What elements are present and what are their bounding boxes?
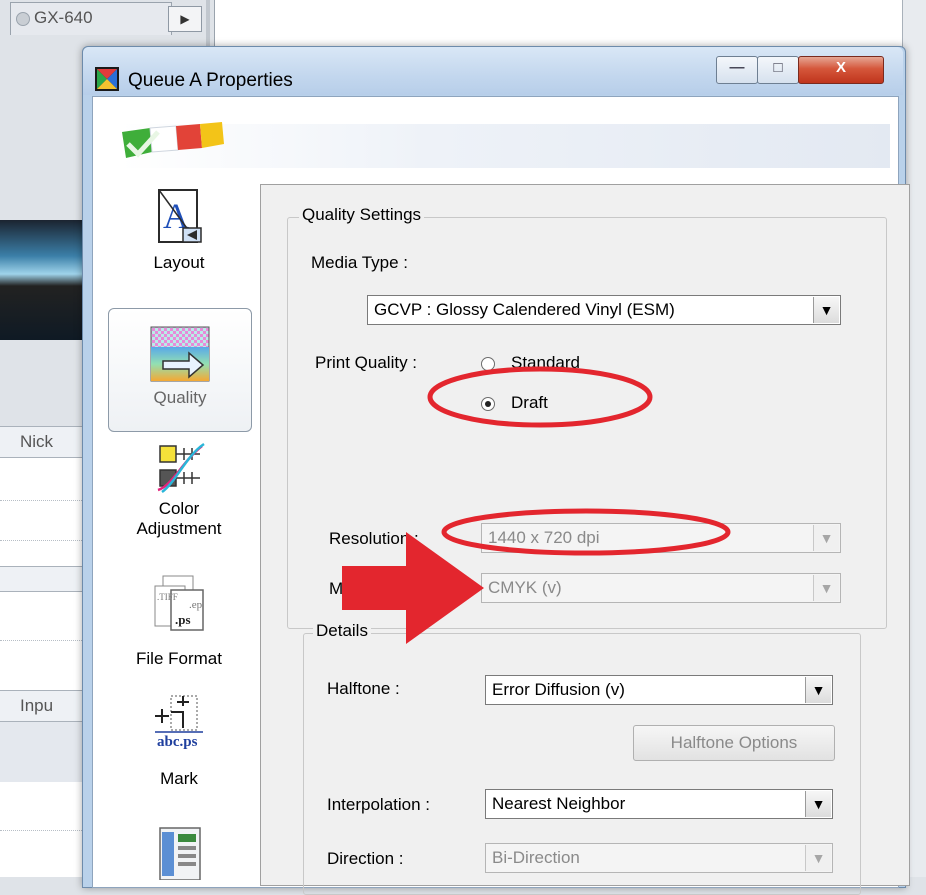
nav-item-color-adjustment[interactable]: Color Adjustment xyxy=(100,442,258,572)
bg-tab-label: GX-640 xyxy=(34,8,93,27)
nav-item-mark[interactable]: abc.ps Mark xyxy=(100,692,258,804)
interpolation-select[interactable]: Nearest Neighbor ▼ xyxy=(485,789,833,819)
svg-text:.TIFF: .TIFF xyxy=(157,592,178,602)
bg-list-header-band xyxy=(0,566,92,592)
direction-select[interactable]: Bi-Direction ▼ xyxy=(485,843,833,873)
media-type-label: Media Type : xyxy=(311,253,409,272)
bg-list-area-3 xyxy=(0,722,92,782)
nav-item-layout[interactable]: A Layout xyxy=(100,180,258,300)
chevron-down-icon[interactable]: ▼ xyxy=(805,845,831,871)
halftone-value: Error Diffusion (v) xyxy=(492,680,625,699)
halftone-select[interactable]: Error Diffusion (v) ▼ xyxy=(485,675,833,705)
quality-icon xyxy=(150,326,210,382)
resolution-value: 1440 x 720 dpi xyxy=(488,528,600,547)
file-format-icon: .ps .ep .TIFF xyxy=(154,575,204,631)
bg-list-row xyxy=(0,540,92,542)
chevron-down-icon[interactable]: ▼ xyxy=(813,575,839,601)
quality-settings-legend: Quality Settings xyxy=(299,205,425,225)
media-type-select[interactable]: GCVP : Glossy Calendered Vinyl (ESM) ▼ xyxy=(367,295,841,325)
nav-label-adjustment: Adjustment xyxy=(136,519,222,538)
bg-tab-scroll-right-button[interactable]: ▶ xyxy=(168,6,202,32)
chevron-down-icon[interactable]: ▼ xyxy=(805,791,831,817)
minimize-button[interactable]: — xyxy=(716,56,758,84)
interpolation-value: Nearest Neighbor xyxy=(492,794,626,813)
nav-item-quality[interactable]: Quality xyxy=(108,308,252,432)
bg-tab-status-icon xyxy=(16,12,30,26)
close-button[interactable]: X xyxy=(798,56,884,84)
nav-item-file-format[interactable]: .ps .ep .TIFF File Format xyxy=(100,574,258,682)
chevron-down-icon[interactable]: ▼ xyxy=(813,525,839,551)
category-nav: A Layout Quality Color Adjustment .ps .e… xyxy=(100,180,258,881)
chevron-down-icon[interactable]: ▼ xyxy=(813,297,839,323)
direction-label: Direction : xyxy=(327,849,404,868)
print-quality-draft-radio[interactable] xyxy=(481,397,495,411)
resolution-select[interactable]: 1440 x 720 dpi ▼ xyxy=(481,523,841,553)
close-icon: X xyxy=(835,59,846,76)
nav-item-printer-settings[interactable] xyxy=(100,824,258,881)
interpolation-label: Interpolation : xyxy=(327,795,431,814)
direction-value: Bi-Direction xyxy=(492,848,580,867)
print-quality-standard-label[interactable]: Standard xyxy=(511,353,580,373)
bg-list-row xyxy=(0,640,92,642)
nav-label-quality: Quality xyxy=(153,388,207,407)
halftone-label: Halftone : xyxy=(327,679,400,698)
bg-list-row xyxy=(0,500,92,502)
bg-column-label-nick: Nick xyxy=(20,432,54,451)
halftone-options-button[interactable]: Halftone Options xyxy=(633,725,835,761)
print-quality-label: Print Quality : xyxy=(315,353,418,372)
svg-text:abc.ps: abc.ps xyxy=(157,734,198,750)
details-legend: Details xyxy=(313,621,371,641)
nav-label-file-format: File Format xyxy=(136,649,222,668)
mode-label: Mode : xyxy=(329,579,381,598)
print-quality-draft-label[interactable]: Draft xyxy=(511,393,548,413)
mode-value: CMYK (v) xyxy=(488,578,562,597)
layout-icon: A xyxy=(158,189,202,243)
quality-panel: Quality Settings Media Type : GCVP : Glo… xyxy=(260,184,910,895)
maximize-button[interactable]: □ xyxy=(757,56,799,84)
nav-label-color: Color xyxy=(158,499,200,518)
maximize-icon: □ xyxy=(773,59,783,76)
nav-label-layout: Layout xyxy=(153,253,205,272)
nav-label-mark: Mark xyxy=(160,769,198,788)
svg-text:.ps: .ps xyxy=(175,612,191,627)
mode-select[interactable]: CMYK (v) ▼ xyxy=(481,573,841,603)
mark-icon: abc.ps xyxy=(155,695,203,750)
app-logo xyxy=(122,122,224,158)
minimize-icon: — xyxy=(729,59,745,76)
color-adjustment-icon xyxy=(157,442,205,494)
header-banner xyxy=(120,124,890,168)
svg-text:.ep: .ep xyxy=(189,599,203,611)
resolution-label: Resolution : xyxy=(329,529,419,548)
chevron-down-icon[interactable]: ▼ xyxy=(805,677,831,703)
window-title: Queue A Properties xyxy=(128,70,293,91)
bg-list-row xyxy=(0,830,92,832)
media-type-value: GCVP : Glossy Calendered Vinyl (ESM) xyxy=(374,300,675,319)
bg-printer-image xyxy=(0,220,90,340)
app-icon xyxy=(95,67,119,91)
bg-column-label-input: Inpu xyxy=(20,696,54,715)
quality-settings-group xyxy=(287,217,887,629)
printer-settings-icon xyxy=(159,827,201,881)
print-quality-standard-radio[interactable] xyxy=(481,357,495,371)
